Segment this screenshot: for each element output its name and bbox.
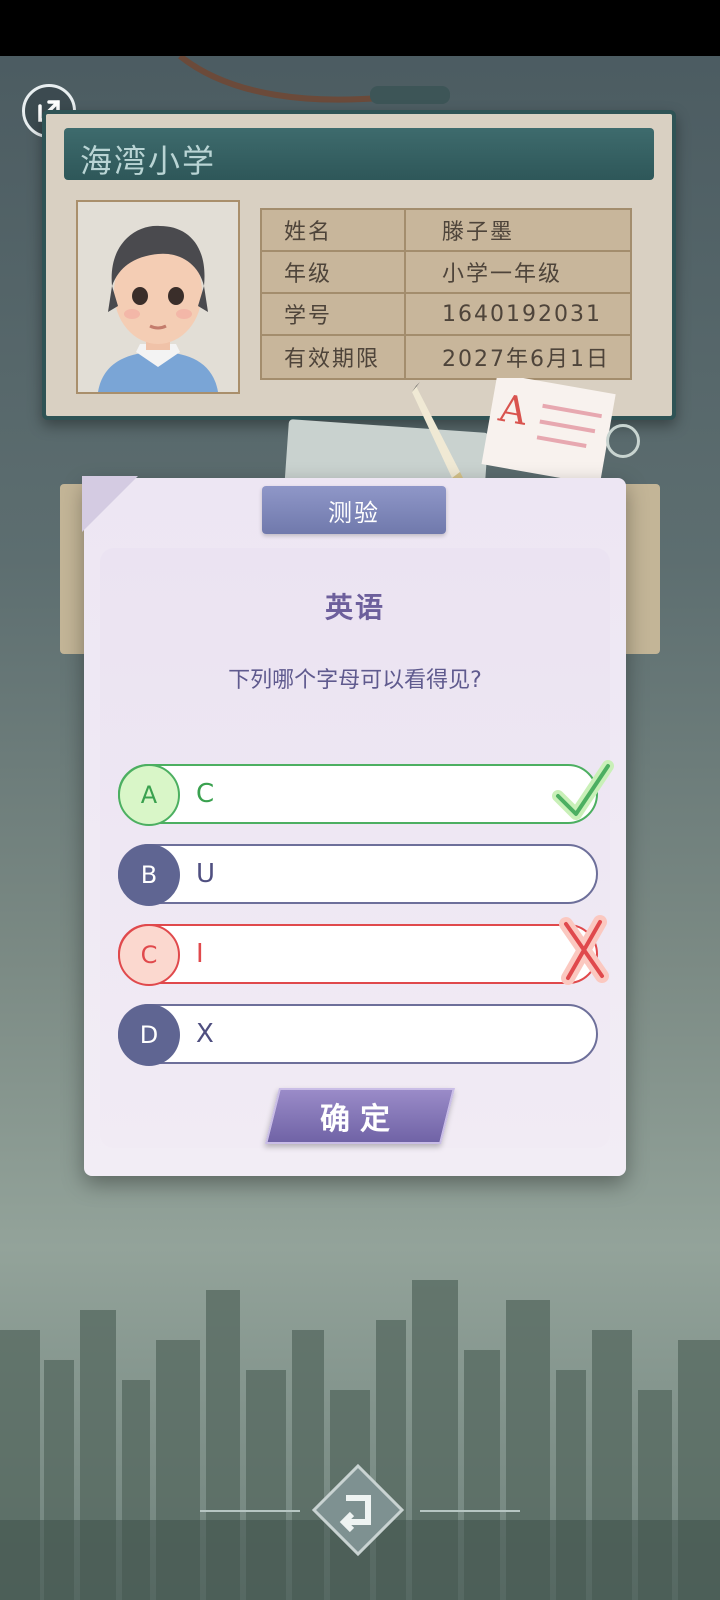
back-button[interactable] <box>310 1462 406 1558</box>
folded-corner <box>82 476 138 532</box>
lanyard <box>178 56 450 104</box>
info-value-name: 滕子墨 <box>406 210 630 252</box>
info-label: 姓名 <box>262 210 406 252</box>
quiz-dialog: 测验 英语 下列哪个字母可以看得见? <box>82 476 626 1176</box>
option-c[interactable]: C I <box>118 924 598 986</box>
info-value-grade: 小学一年级 <box>406 252 630 294</box>
quiz-subject: 英语 <box>324 591 385 624</box>
card-header: 海湾小学 <box>64 128 654 180</box>
divider <box>420 1510 520 1512</box>
student-id-card: 海湾小学 姓名 滕子墨 年级 小学一年级 学号 1640192031 有效期限 … <box>42 110 676 420</box>
option-letter: A <box>118 764 180 826</box>
info-value-expiry: 2027年6月1日 <box>442 347 610 372</box>
option-text: C <box>196 779 215 809</box>
option-text: X <box>196 1019 214 1049</box>
avatar <box>76 200 240 394</box>
confirm-button[interactable]: 确定 <box>265 1088 455 1144</box>
option-letter: D <box>118 1004 180 1066</box>
info-label: 学号 <box>262 294 406 336</box>
confirm-label: 确定 <box>320 1102 400 1137</box>
quiz-tab: 测验 <box>262 486 446 534</box>
graded-paper-icon: A <box>481 378 616 485</box>
info-label: 年级 <box>262 252 406 294</box>
cross-icon <box>559 915 609 985</box>
option-text: U <box>196 859 216 889</box>
school-name: 海湾小学 <box>80 142 217 180</box>
student-info-table: 姓名 滕子墨 年级 小学一年级 学号 1640192031 有效期限 2027年… <box>260 208 632 380</box>
pencil-icon <box>412 382 466 484</box>
info-value-student-id: 1640192031 <box>406 294 630 336</box>
check-icon <box>552 760 614 820</box>
option-a[interactable]: A C <box>118 764 598 826</box>
option-letter: C <box>118 924 180 986</box>
divider <box>200 1510 300 1512</box>
option-b[interactable]: B U <box>118 844 598 906</box>
info-label: 有效期限 <box>262 336 406 378</box>
option-text: I <box>196 939 204 969</box>
option-d[interactable]: D X <box>118 1004 598 1066</box>
status-bar <box>0 0 720 56</box>
option-letter: B <box>118 844 180 906</box>
help-icon[interactable] <box>606 424 640 458</box>
quiz-question: 下列哪个字母可以看得见? <box>228 668 482 693</box>
